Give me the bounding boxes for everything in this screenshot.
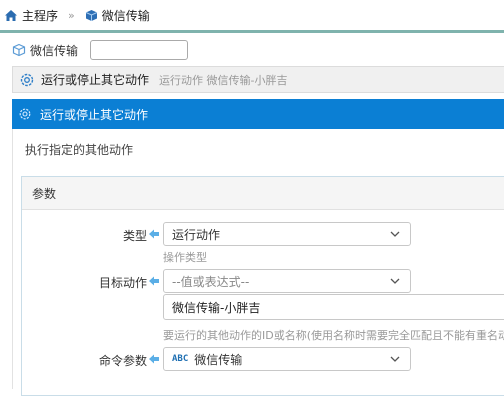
target-value-input[interactable]: 微信传输-小胖吉 [163, 294, 504, 320]
type-label: 类型 [122, 229, 147, 243]
breadcrumb-current[interactable]: 微信传输 [85, 7, 150, 24]
flow-name-input[interactable] [90, 40, 189, 60]
type-select[interactable]: 运行动作 [163, 222, 411, 246]
chevron-down-icon [390, 356, 400, 362]
target-label: 目标动作 [98, 276, 147, 290]
params-title: 参数 [32, 186, 57, 201]
arrow-left-icon [149, 354, 159, 364]
type-hint: 操作类型 [163, 251, 207, 264]
gear-icon [20, 73, 34, 86]
breadcrumb-separator: » [68, 8, 75, 22]
flow-name-row: 微信传输 [0, 36, 504, 64]
action-title: 运行或停止其它动作 [41, 73, 150, 87]
params-header: 参数 [22, 177, 504, 210]
panel-title: 运行或停止其它动作 [40, 107, 149, 122]
panel-description: 执行指定的其他动作 [25, 143, 134, 157]
command-label: 命令参数 [98, 354, 147, 368]
breadcrumb-current-label: 微信传输 [101, 8, 150, 23]
flow-name-label: 微信传输 [30, 43, 79, 58]
header-divider [0, 30, 504, 33]
breadcrumb: 主程序 » 微信传输 [0, 0, 504, 30]
target-hint: 要运行的其他动作的ID或名称(使用名称时需要完全匹配且不能有重名动 [163, 329, 504, 342]
params-section: 参数 类型 运行动作 操作类型 目标动作 --值或表达式-- 微信传输-小胖吉 [21, 176, 504, 396]
panel-body: 执行指定的其他动作 参数 类型 运行动作 操作类型 目标动作 --值或表达式-- [12, 129, 504, 396]
command-select[interactable]: ABC 微信传输 [163, 347, 411, 371]
action-list-item[interactable]: 运行或停止其它动作 运行动作 微信传输-小胖吉 [12, 66, 504, 93]
arrow-left-icon [149, 229, 159, 239]
chevron-down-icon [390, 278, 400, 284]
action-subtitle: 运行动作 微信传输-小胖吉 [159, 73, 288, 87]
gear-icon [19, 108, 31, 120]
command-value: 微信传输 [194, 352, 243, 367]
abc-icon: ABC [172, 354, 189, 364]
cube-icon [85, 9, 97, 21]
panel-header: 运行或停止其它动作 [12, 99, 504, 129]
type-select-value: 运行动作 [172, 227, 221, 242]
target-placeholder: --值或表达式-- [172, 274, 250, 289]
breadcrumb-home[interactable]: 主程序 [4, 7, 58, 24]
target-source-select[interactable]: --值或表达式-- [163, 269, 411, 293]
breadcrumb-home-label: 主程序 [22, 8, 59, 23]
target-value: 微信传输-小胖吉 [172, 300, 261, 315]
chevron-down-icon [390, 231, 400, 237]
arrow-left-icon [149, 276, 159, 286]
cube-outline-icon [12, 43, 26, 57]
home-icon [5, 9, 17, 21]
